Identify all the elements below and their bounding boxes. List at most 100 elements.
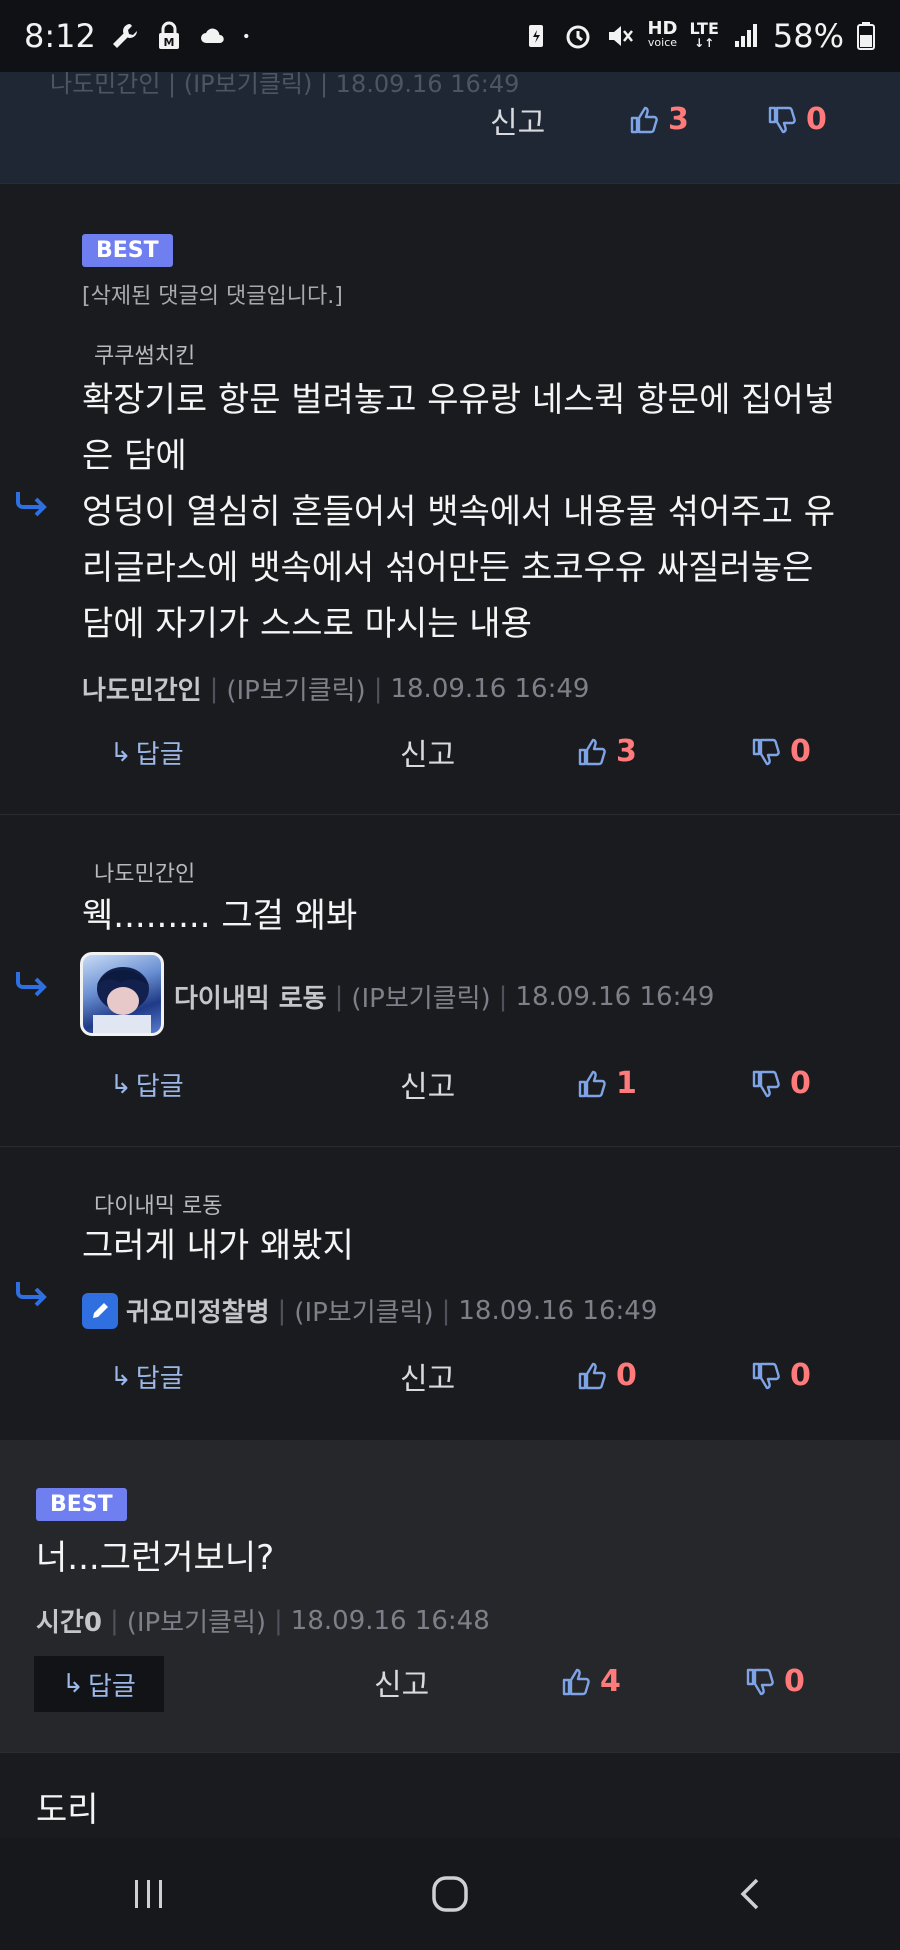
report-button[interactable]: 신고 bbox=[400, 730, 455, 774]
comment-meta: 다이내믹 로동 | (IP보기클릭) | 18.09.16 16:49 bbox=[174, 978, 714, 1015]
navigation-bar bbox=[0, 1838, 900, 1950]
reply-button[interactable]: ↳ 답글 bbox=[110, 1066, 184, 1103]
signal-icon bbox=[734, 24, 757, 47]
upvote-button[interactable]: 3 bbox=[628, 102, 689, 137]
comment-body: 그러게 내가 왜봤지 bbox=[82, 1226, 354, 1266]
ip-view-link[interactable]: (IP보기클릭) bbox=[226, 670, 365, 707]
reply-arrow-small-icon: ↳ bbox=[110, 1069, 132, 1100]
best-badge: BEST bbox=[82, 234, 173, 267]
reply-arrow-icon bbox=[16, 972, 47, 997]
downvote-button[interactable]: 0 bbox=[750, 1066, 811, 1101]
alarm-icon bbox=[566, 25, 590, 49]
comment-line: 리글라스에 뱃속에서 섞어만든 초코우유 싸질러놓은 bbox=[82, 548, 814, 588]
reply-target-nick: 다이내믹 로동 bbox=[94, 1194, 223, 1219]
author-nick[interactable]: 시간0 bbox=[36, 1602, 102, 1639]
comment-date: 18.09.16 16:49 bbox=[515, 981, 715, 1012]
avatar-image bbox=[93, 967, 151, 1033]
back-icon[interactable] bbox=[731, 1874, 771, 1914]
ip-view-link[interactable]: (IP보기클릭) bbox=[127, 1602, 266, 1639]
downvote-count: 0 bbox=[806, 102, 827, 137]
comment-meta: 귀요미정찰병 | (IP보기클릭) | 18.09.16 16:49 bbox=[82, 1292, 657, 1329]
meta-separator: | bbox=[109, 1605, 119, 1636]
upvote-button[interactable]: 4 bbox=[560, 1664, 621, 1699]
voice-label: voice bbox=[647, 36, 678, 49]
meta-separator: | bbox=[209, 673, 219, 704]
downvote-count: 0 bbox=[790, 734, 811, 769]
ip-view-link[interactable]: (IP보기클릭) bbox=[351, 978, 490, 1015]
thumbs-up-icon bbox=[630, 106, 658, 133]
app-screen: 8:12 M HD voice LTE ↓↑ 58% 나도민간인 | (IP보기… bbox=[0, 0, 900, 1950]
comment-date: 18.09.16 16:48 bbox=[290, 1605, 490, 1636]
downvote-count: 0 bbox=[784, 1664, 805, 1699]
thumbs-down-icon bbox=[768, 106, 796, 133]
downvote-button[interactable]: 0 bbox=[744, 1664, 805, 1699]
avatar[interactable] bbox=[80, 952, 164, 1036]
comment-line: 은 담에 bbox=[82, 436, 187, 476]
lte-indicator: LTE ↓↑ bbox=[689, 19, 719, 51]
reply-arrow-icon bbox=[16, 1282, 47, 1307]
reply-button[interactable]: ↳ 답글 bbox=[110, 734, 184, 771]
clock: 8:12 bbox=[24, 17, 96, 55]
meta-separator: | bbox=[274, 1605, 283, 1636]
svg-text:M: M bbox=[163, 36, 174, 49]
data-arrows-icon: ↓↑ bbox=[694, 36, 715, 50]
comment-meta: 시간0 | (IP보기클릭) | 18.09.16 16:48 bbox=[36, 1602, 490, 1639]
upvote-count: 3 bbox=[616, 734, 637, 769]
reply-arrow-icon bbox=[16, 492, 47, 517]
reply-button[interactable]: ↳ 답글 bbox=[34, 1656, 164, 1712]
comment-line: 엉덩이 열심히 흔들어서 뱃속에서 내용물 섞어주고 유 bbox=[82, 492, 836, 532]
report-button[interactable]: 신고 bbox=[400, 1354, 455, 1398]
reply-button[interactable]: ↳ 답글 bbox=[110, 1358, 184, 1395]
thumbs-down-icon bbox=[746, 1668, 774, 1695]
downvote-button[interactable]: 0 bbox=[766, 102, 827, 137]
comment-item-best: BEST 너...그런거보니? 시간0 | (IP보기클릭) | 18.09.1… bbox=[0, 1440, 900, 1752]
upvote-count: 3 bbox=[668, 102, 689, 137]
comment-line: 담에 자기가 스스로 마시는 내용 bbox=[82, 604, 532, 644]
thumbs-up-icon bbox=[578, 1070, 606, 1097]
dot-icon bbox=[243, 33, 249, 39]
comment-line: 확장기로 항문 벌려놓고 우유랑 네스퀵 항문에 집어넣 bbox=[82, 380, 836, 420]
cloud-icon bbox=[200, 28, 224, 43]
battery-percent: 58% bbox=[772, 17, 844, 55]
meta-separator: | bbox=[373, 673, 383, 704]
battery-icon bbox=[857, 22, 875, 50]
upvote-button[interactable]: 1 bbox=[576, 1066, 637, 1101]
author-nick[interactable]: 귀요미정찰병 bbox=[126, 1292, 270, 1329]
upvote-button[interactable]: 0 bbox=[576, 1358, 637, 1393]
mute-icon bbox=[609, 26, 634, 46]
status-left: 8:12 M bbox=[24, 17, 258, 55]
report-button[interactable]: 신고 bbox=[374, 1660, 429, 1704]
comment-body: 너...그런거보니? bbox=[36, 1538, 275, 1578]
battery-saver-icon bbox=[529, 25, 544, 47]
lte-label: LTE bbox=[689, 19, 719, 38]
upvote-count: 1 bbox=[616, 1066, 637, 1101]
reply-target-nick: 나도민간인 bbox=[94, 862, 196, 887]
previous-comment-footer: 나도민간인 | (IP보기클릭) | 18.09.16 16:49 신고 3 0 bbox=[0, 70, 900, 184]
best-badge: BEST bbox=[36, 1488, 127, 1521]
author-nick[interactable]: 나도민간인 bbox=[82, 670, 202, 707]
report-button[interactable]: 신고 bbox=[400, 1062, 455, 1106]
lock-m-icon: M bbox=[158, 21, 179, 49]
ip-view-link[interactable]: (IP보기클릭) bbox=[294, 1292, 433, 1329]
deleted-parent-note: [삭제된 댓글의 댓글입니다.] bbox=[82, 284, 343, 309]
thumbs-down-icon bbox=[752, 1070, 780, 1097]
upvote-button[interactable]: 3 bbox=[576, 734, 637, 769]
author-nick[interactable]: 다이내믹 로동 bbox=[174, 978, 327, 1015]
thumbs-down-icon bbox=[752, 1362, 780, 1389]
status-bar: 8:12 M HD voice LTE ↓↑ 58% bbox=[0, 0, 900, 72]
upvote-count: 4 bbox=[600, 1664, 621, 1699]
recent-apps-icon[interactable] bbox=[129, 1874, 169, 1914]
reply-label: 답글 bbox=[87, 1671, 136, 1702]
report-button[interactable]: 신고 bbox=[490, 98, 545, 142]
downvote-button[interactable]: 0 bbox=[750, 1358, 811, 1393]
home-icon[interactable] bbox=[428, 1872, 472, 1916]
thumbs-up-icon bbox=[578, 1362, 606, 1389]
comment-date: 18.09.16 16:49 bbox=[390, 673, 590, 704]
upvote-count: 0 bbox=[616, 1358, 637, 1393]
thumbs-down-icon bbox=[752, 738, 780, 765]
comment-body: 웩......... 그걸 왜봐 bbox=[82, 896, 358, 936]
meta-separator: | bbox=[277, 1295, 287, 1326]
downvote-button[interactable]: 0 bbox=[750, 734, 811, 769]
comment-meta: 나도민간인 | (IP보기클릭) | 18.09.16 16:49 bbox=[82, 670, 589, 707]
reply-label: 답글 bbox=[135, 1072, 184, 1102]
